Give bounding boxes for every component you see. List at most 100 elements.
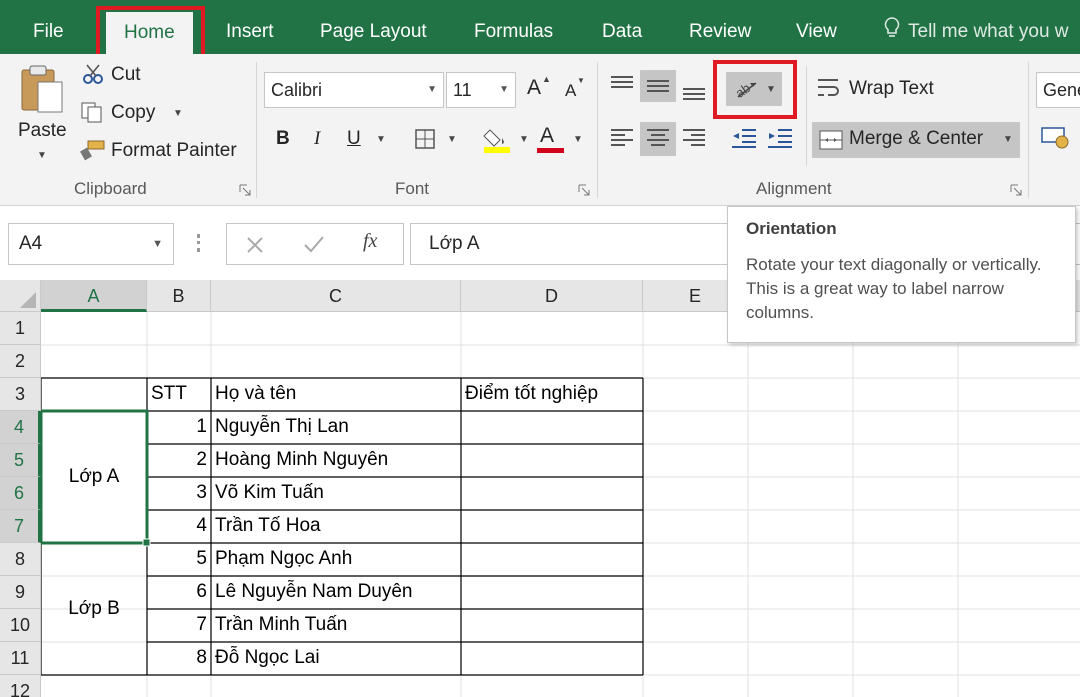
font-color-dropdown-icon[interactable]: ▼ [573,134,583,145]
row-header-5[interactable]: 5 [0,444,41,477]
middle-align-button[interactable] [640,70,676,102]
top-align-icon[interactable] [609,74,635,96]
merge-center-icon [819,130,843,150]
align-right-icon[interactable] [681,127,707,149]
cell-stt[interactable]: 3 [147,482,211,504]
cell-name[interactable]: Trần Tố Hoa [215,515,321,537]
select-all-corner[interactable] [0,280,41,312]
row-header-1[interactable]: 1 [0,312,41,345]
cell-d3-header[interactable]: Điểm tốt nghiệp [465,383,598,405]
cell-name[interactable]: Đỗ Ngọc Lai [215,647,320,669]
row-header-11[interactable]: 11 [0,642,41,675]
cell-c3-header[interactable]: Họ và tên [215,383,296,405]
tab-review[interactable]: Review [689,0,751,54]
column-header-c[interactable]: C [211,280,461,312]
paste-icon[interactable] [18,64,64,114]
row-header-4[interactable]: 4 [0,411,41,444]
cell-name[interactable]: Trần Minh Tuấn [215,614,347,636]
wrap-text-button[interactable]: Wrap Text [849,78,934,100]
row-header-7[interactable]: 7 [0,510,41,543]
tell-me-label: Tell me what you w [908,21,1069,42]
cell-name[interactable]: Phạm Ngọc Anh [215,548,352,570]
cell-stt[interactable]: 6 [147,581,211,603]
cell-stt[interactable]: 1 [147,416,211,438]
row-header-10[interactable]: 10 [0,609,41,642]
paste-label[interactable]: Paste [18,120,67,142]
cell-stt[interactable]: 8 [147,647,211,669]
cell-stt[interactable]: 7 [147,614,211,636]
tab-formulas[interactable]: Formulas [474,0,553,54]
italic-button[interactable]: I [314,128,320,150]
cell-name[interactable]: Nguyễn Thị Lan [215,416,349,438]
tab-page-layout[interactable]: Page Layout [320,0,427,54]
borders-icon[interactable] [414,128,436,150]
font-dialog-launcher-icon[interactable] [578,184,590,196]
fill-color-dropdown-icon[interactable]: ▼ [519,134,529,145]
font-name-value: Calibri [271,80,323,100]
alignment-group-label: Alignment [756,179,832,198]
row-header-2[interactable]: 2 [0,345,41,378]
bold-button[interactable]: B [276,128,290,150]
row-header-6[interactable]: 6 [0,477,41,510]
font-color-button[interactable]: A [540,124,554,148]
column-header-d[interactable]: D [461,280,643,312]
clipboard-dialog-launcher-icon[interactable] [239,184,251,196]
column-header-a[interactable]: A [41,280,147,312]
underline-button[interactable]: U [347,128,361,150]
font-name-combo[interactable]: Calibri ▼ [264,72,444,108]
cell-a8-merged[interactable]: Lớp B [41,543,147,675]
borders-dropdown-icon[interactable]: ▼ [447,134,457,145]
lightbulb-icon [884,17,900,37]
orientation-tooltip: Orientation Rotate your text diagonally … [727,206,1076,343]
underline-dropdown-icon[interactable]: ▼ [376,134,386,145]
cell-name[interactable]: Lê Nguyễn Nam Duyên [215,581,413,603]
gridlines [41,312,1080,697]
cell-stt[interactable]: 4 [147,515,211,537]
name-box-value: A4 [19,233,43,254]
tell-me-search[interactable]: Tell me what you w [884,0,1069,54]
copy-icon [81,102,102,123]
cell-b3-header[interactable]: STT [151,383,187,405]
center-button[interactable] [640,122,676,156]
enter-check-icon[interactable] [303,235,325,255]
cell-name[interactable]: Võ Kim Tuấn [215,482,324,504]
formula-bar-splitter[interactable] [197,234,201,252]
paste-dropdown-icon[interactable]: ▼ [37,150,47,161]
copy-dropdown-icon[interactable]: ▼ [173,108,183,119]
cancel-icon[interactable] [245,235,265,255]
chevron-down-icon: ▼ [152,238,163,250]
accounting-format-icon[interactable] [1040,124,1074,150]
font-color-swatch [537,148,564,153]
increase-indent-icon[interactable] [766,127,794,149]
decrease-font-size-button[interactable]: A [565,81,576,101]
cell-a4-merged[interactable]: Lớp A [41,411,147,543]
tab-insert[interactable]: Insert [226,0,274,54]
tab-file[interactable]: File [33,0,64,54]
increase-font-size-button[interactable]: A [527,76,541,100]
row-header-3[interactable]: 3 [0,378,41,411]
tab-view[interactable]: View [796,0,837,54]
font-size-combo[interactable]: 11 ▼ [446,72,516,108]
alignment-dialog-launcher-icon[interactable] [1010,184,1022,196]
cell-name[interactable]: Hoàng Minh Nguyên [215,449,388,471]
cell-stt[interactable]: 5 [147,548,211,570]
copy-button[interactable]: Copy [111,102,155,124]
name-box[interactable]: A4 ▼ [8,223,174,265]
number-format-combo[interactable]: Gene [1036,72,1080,108]
fill-color-icon[interactable] [482,124,512,154]
column-header-b[interactable]: B [147,280,211,312]
row-header-12[interactable]: 12 [0,675,41,697]
merge-dropdown-icon: ▼ [1003,134,1013,145]
row-header-8[interactable]: 8 [0,543,41,576]
select-all-triangle-icon [20,292,36,308]
tab-data[interactable]: Data [602,0,642,54]
format-painter-button[interactable]: Format Painter [111,140,237,162]
bottom-align-icon[interactable] [681,80,707,102]
row-header-9[interactable]: 9 [0,576,41,609]
cut-button[interactable]: Cut [111,64,141,86]
decrease-indent-icon[interactable] [730,127,758,149]
insert-function-icon[interactable]: fx [363,230,377,253]
merge-center-button[interactable]: Merge & Center ▼ [812,122,1020,158]
cell-stt[interactable]: 2 [147,449,211,471]
align-left-icon[interactable] [609,127,635,149]
